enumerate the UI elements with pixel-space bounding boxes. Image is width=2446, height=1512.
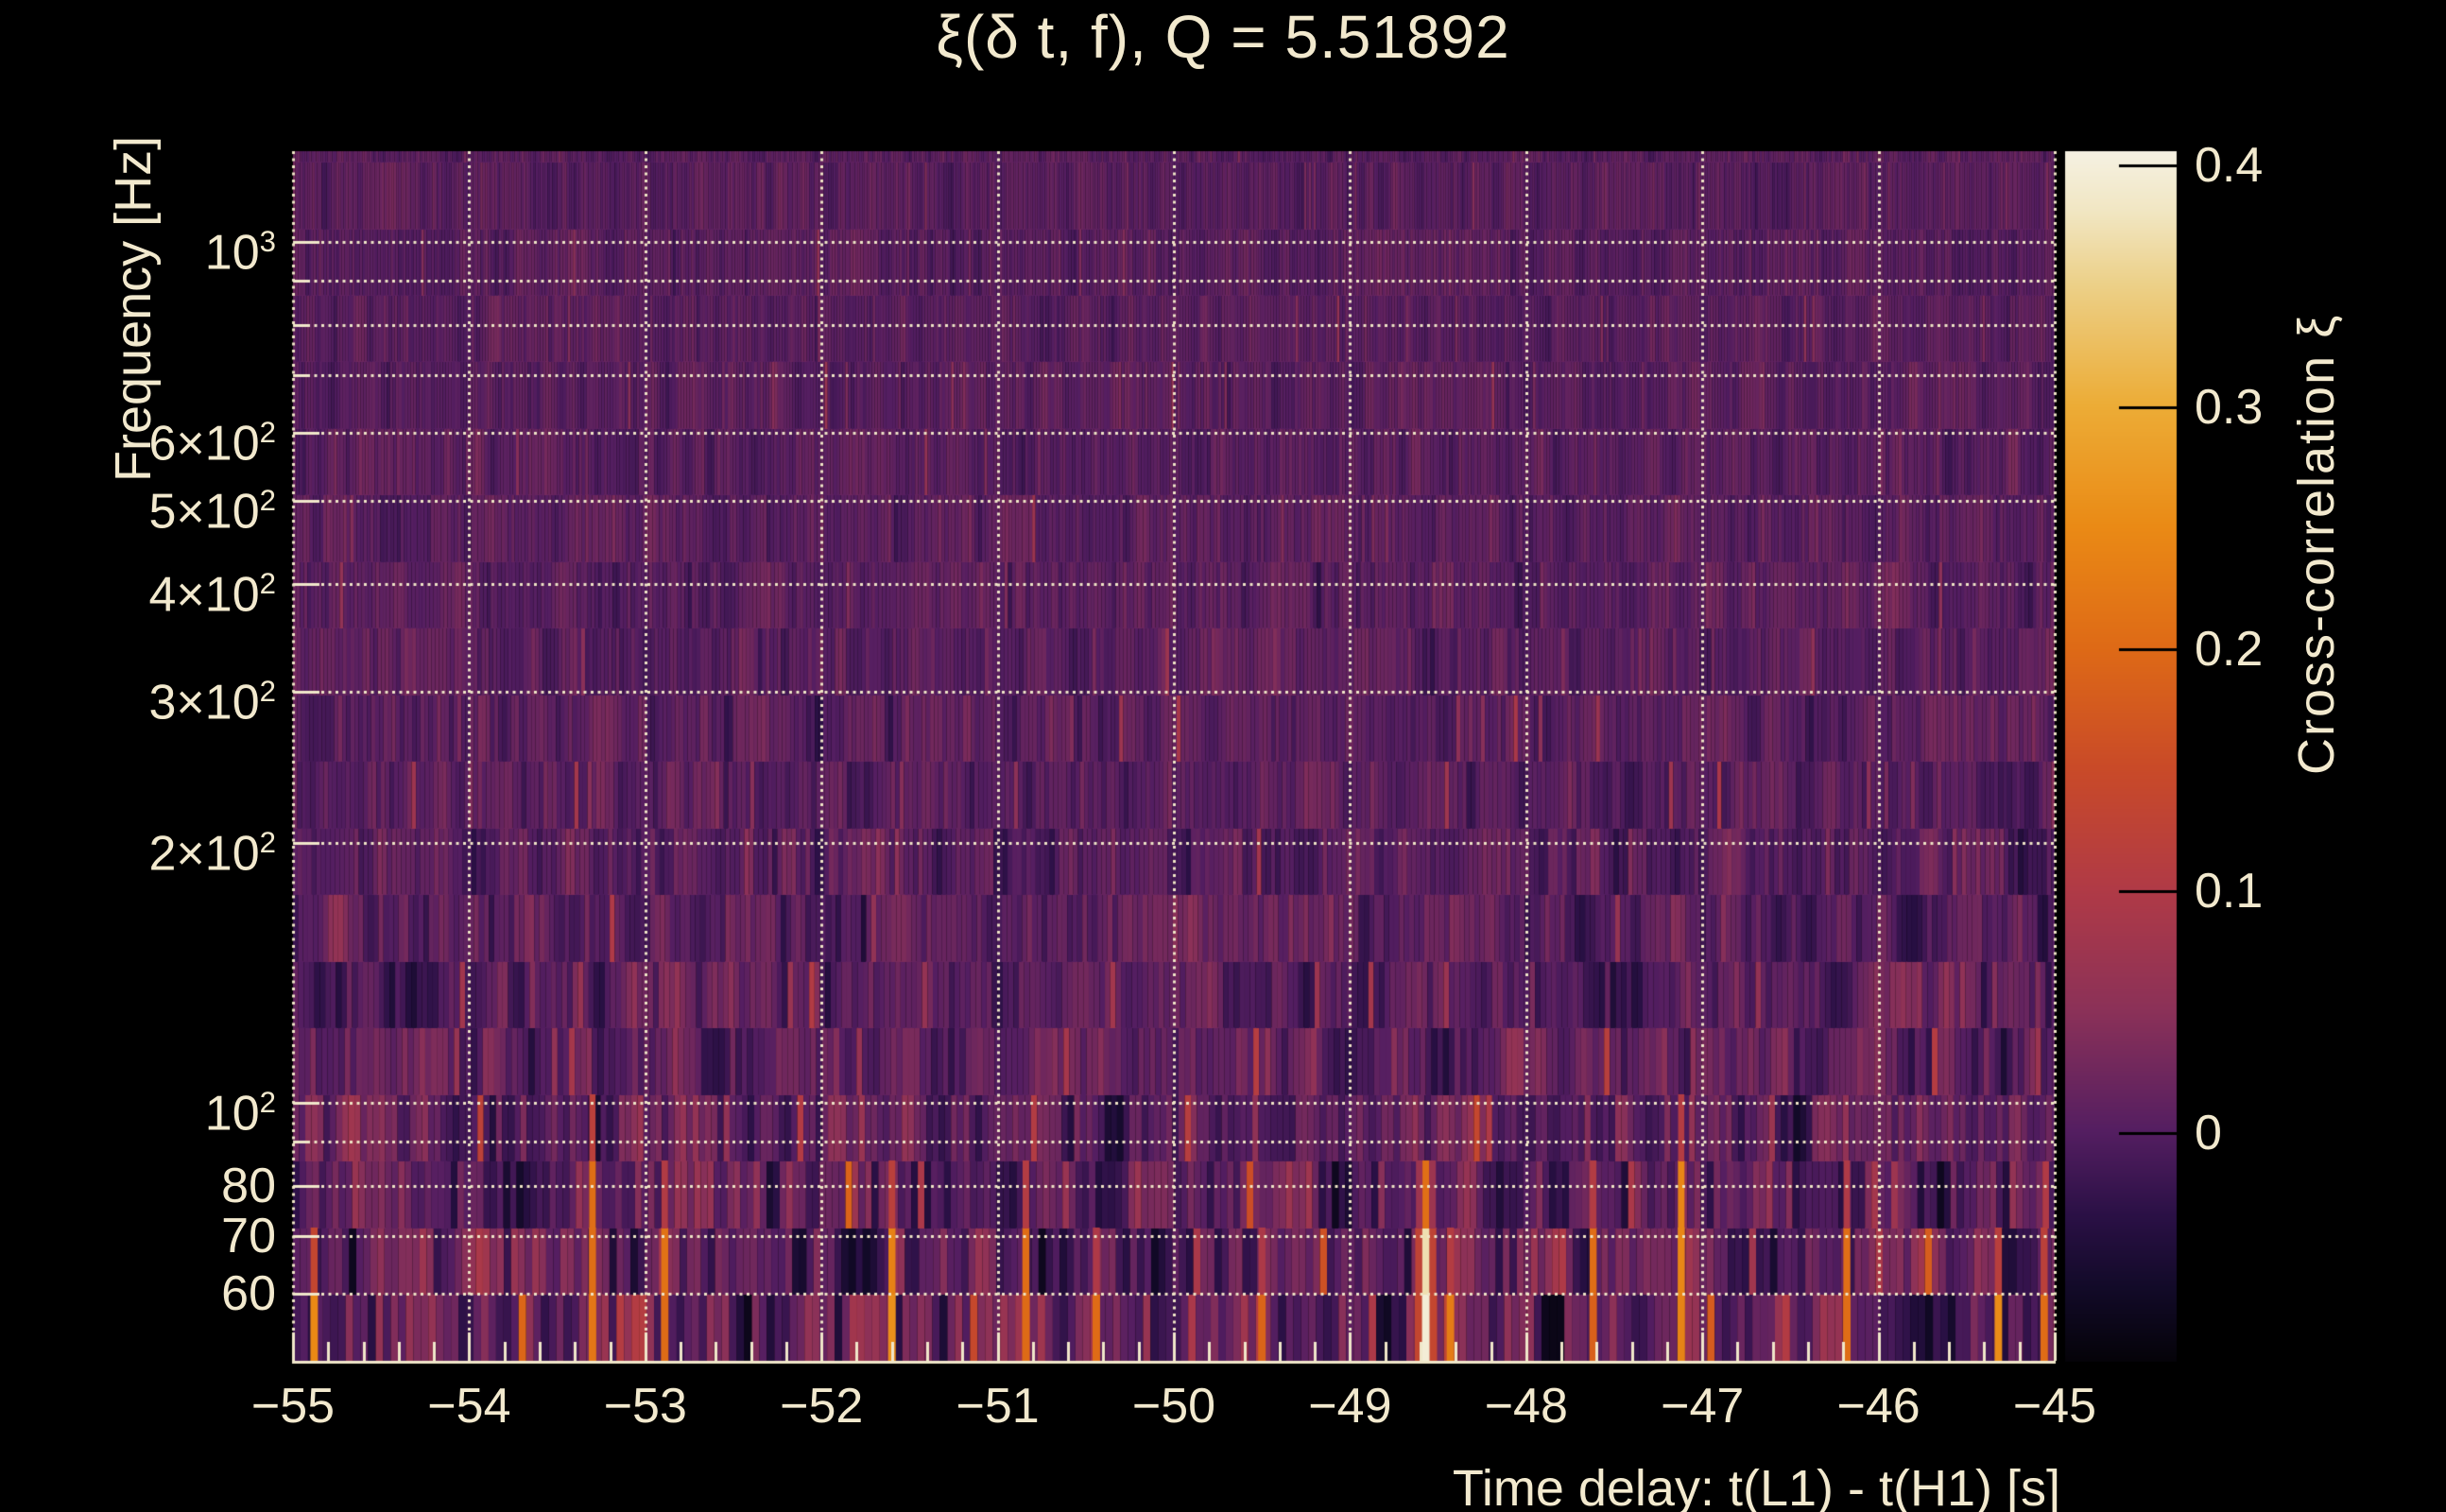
colorbar-title: Cross-correlation ξ [2288,313,2345,775]
x-tick-label: −46 [1836,1379,1921,1434]
x-axis-title: Time delay: t(L1) - t(H1) [s] [1452,1460,2060,1512]
colorbar-tick-label: 0.3 [2195,380,2264,436]
y-tick-label: 5×102 [148,483,277,540]
figure: ξ(δ t, f), Q = 5.51892 Frequency [Hz] Ti… [0,0,2446,1512]
chart-title: ξ(δ t, f), Q = 5.51892 [936,3,1510,71]
colorbar-tick-label: 0.4 [2195,138,2264,194]
x-tick-label: −53 [603,1379,687,1434]
x-tick-label: −55 [250,1379,336,1434]
y-tick-label: 60 [221,1265,276,1321]
x-tick-label: −52 [780,1379,864,1434]
y-tick-label: 2×102 [148,826,277,882]
x-tick-label: −45 [2012,1379,2097,1434]
x-tick-label: −54 [427,1379,511,1434]
y-tick-label: 6×102 [148,415,277,472]
y-tick-label: 3×102 [148,675,277,730]
x-tick-label: −50 [1131,1379,1216,1434]
y-tick-label: 70 [221,1208,276,1263]
heatmap-canvas [0,0,2446,1512]
y-tick-label: 103 [204,224,276,281]
x-tick-label: −48 [1484,1379,1568,1434]
x-tick-label: −49 [1308,1379,1392,1434]
x-tick-label: −47 [1661,1379,1745,1434]
colorbar-tick-label: 0.2 [2195,622,2264,678]
y-tick-label: 4×102 [148,567,277,623]
colorbar-tick-label: 0.1 [2195,864,2264,919]
y-tick-label: 102 [204,1085,276,1141]
x-tick-label: −51 [956,1379,1040,1434]
colorbar-tick-label: 0 [2195,1106,2222,1161]
